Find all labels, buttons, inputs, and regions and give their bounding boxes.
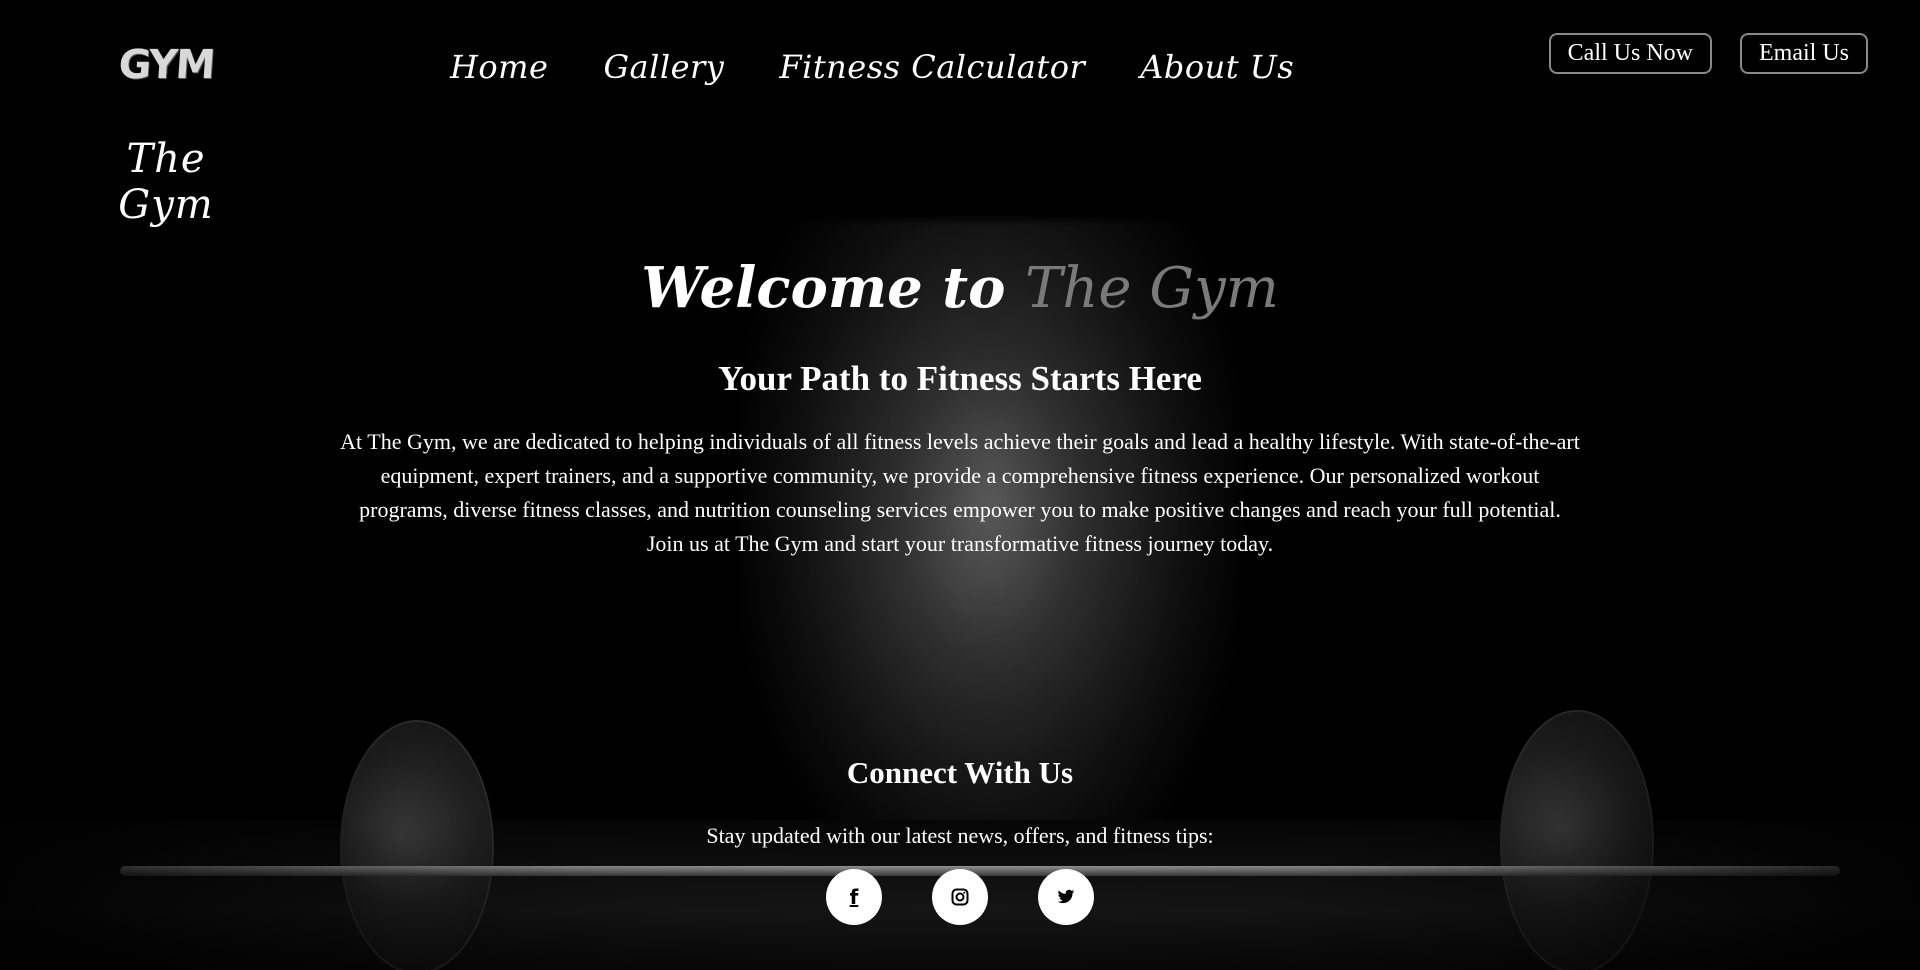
nav-home[interactable]: Home <box>450 48 548 86</box>
nav-about-us[interactable]: About Us <box>1140 48 1294 86</box>
facebook-link[interactable]: f <box>826 869 882 925</box>
call-us-button[interactable]: Call Us Now <box>1548 33 1712 74</box>
hero-subtitle: Your Path to Fitness Starts Here <box>718 359 1202 398</box>
twitter-icon <box>1057 889 1075 904</box>
instagram-icon <box>951 888 969 906</box>
logo[interactable]: GYM The Gym <box>76 30 256 228</box>
welcome-prefix: Welcome to <box>641 255 1025 321</box>
connect-text: Stay updated with our latest news, offer… <box>706 823 1214 848</box>
facebook-icon: f <box>849 885 859 909</box>
connect-section: Connect With Us Stay updated with our la… <box>0 755 1920 925</box>
hero-section: Welcome to The Gym Your Path to Fitness … <box>0 255 1920 561</box>
hero-description: At The Gym, we are dedicated to helping … <box>340 429 1580 556</box>
main-nav: Home Gallery Fitness Calculator About Us <box>450 48 1349 86</box>
twitter-link[interactable] <box>1038 869 1094 925</box>
connect-title: Connect With Us <box>846 755 1074 790</box>
gym-logo-icon: GYM <box>117 42 215 88</box>
logo-text: The Gym <box>118 136 214 228</box>
header-actions: Call Us Now Email Us <box>1548 33 1868 74</box>
social-links: f <box>0 869 1920 925</box>
email-us-button[interactable]: Email Us <box>1740 33 1868 74</box>
instagram-link[interactable] <box>932 869 988 925</box>
welcome-brand: The Gym <box>1024 256 1279 321</box>
nav-fitness-calculator[interactable]: Fitness Calculator <box>779 48 1085 86</box>
nav-gallery[interactable]: Gallery <box>603 48 724 86</box>
welcome-heading: Welcome to The Gym <box>0 255 1920 321</box>
